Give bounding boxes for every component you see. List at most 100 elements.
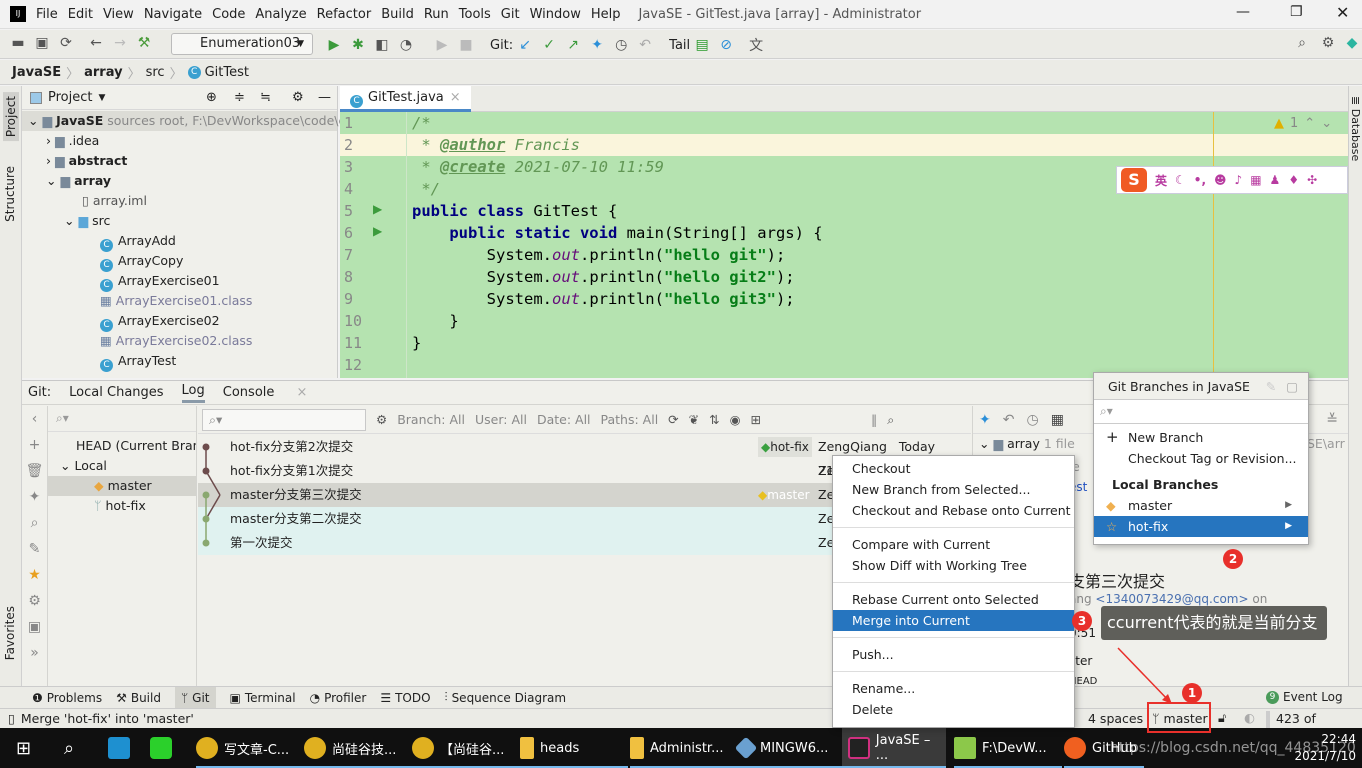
git-update-icon[interactable]: ↙	[515, 37, 535, 53]
tool-git[interactable]: ᛘ Git	[174, 686, 216, 709]
forward-icon[interactable]: →	[110, 35, 130, 51]
collapse-icon[interactable]: ‹	[22, 406, 47, 432]
restore-button[interactable]: ❐	[1290, 4, 1303, 20]
favorites-stripe-button[interactable]: Favorites	[3, 606, 17, 660]
pause-icon[interactable]: ‖	[871, 412, 877, 427]
tree-item-array[interactable]: ⌄ ▆ array	[22, 171, 337, 191]
taskbar-item[interactable]: heads	[520, 728, 628, 768]
locate-icon[interactable]: ⊕	[206, 90, 217, 105]
favorite-star-icon[interactable]: ★	[22, 562, 47, 588]
open-icon[interactable]: ▬	[8, 35, 28, 51]
menu-item-push[interactable]: Push...	[833, 644, 1074, 665]
taskbar-item[interactable]: 尚硅谷技...	[304, 728, 412, 768]
history-icon[interactable]: ◷	[1026, 412, 1038, 428]
branch-item-master[interactable]: ◆ master ▶	[1094, 495, 1308, 516]
tree-item-arrayadd[interactable]: C ArrayAdd	[22, 231, 337, 252]
grid-icon[interactable]: ✣	[1307, 173, 1317, 187]
clock[interactable]: 22:44 2021/7/10	[1294, 731, 1356, 765]
minimize-button[interactable]: —	[1236, 4, 1250, 20]
menu-help[interactable]: Help	[591, 7, 621, 22]
git-merge-icon[interactable]: ✦	[587, 37, 607, 53]
save-icon[interactable]: ▣	[32, 35, 52, 51]
menu-file[interactable]: File	[36, 7, 58, 22]
tool-todo[interactable]: ☰ TODO	[380, 691, 430, 705]
settings-icon[interactable]: ⚙	[22, 588, 47, 614]
git-commit-icon[interactable]: ✓	[539, 37, 559, 53]
app-icon[interactable]	[108, 728, 130, 768]
sync-icon[interactable]: ⟳	[56, 35, 76, 51]
breadcrumb-src[interactable]: src	[146, 65, 165, 80]
paths-filter[interactable]: Paths: All	[601, 412, 659, 427]
search-icon[interactable]: ⌕	[64, 728, 74, 768]
eye-icon[interactable]: ◉	[730, 412, 741, 427]
taskbar-item-active[interactable]: JavaSE – ...	[842, 728, 946, 768]
close-button[interactable]: ✕	[1336, 3, 1349, 22]
edit-icon[interactable]: ✎	[1266, 379, 1276, 394]
tree-item-src[interactable]: ⌄ ▆ src	[22, 211, 337, 231]
menu-build[interactable]: Build	[381, 7, 414, 22]
tree-item-arrayexercise02[interactable]: C ArrayExercise02	[22, 311, 337, 332]
maximize-icon[interactable]: ▢	[1286, 379, 1298, 394]
add-icon[interactable]: +	[22, 432, 47, 458]
tree-item-abstract[interactable]: › ▆ abstract	[22, 151, 337, 171]
sort-icon[interactable]: ⇅	[709, 412, 719, 427]
refresh-icon[interactable]: ⟳	[668, 412, 678, 427]
layout-icon[interactable]: ▣	[22, 614, 47, 640]
delete-icon[interactable]: 🗑	[22, 458, 47, 484]
history-icon[interactable]: ◷	[611, 37, 631, 53]
cherry-pick-icon[interactable]: ❦	[689, 412, 699, 427]
edit-icon[interactable]: ✎	[22, 536, 47, 562]
event-log-button[interactable]: 9 Event Log	[1266, 690, 1343, 704]
branch-search-input[interactable]: ⌕▾	[1094, 400, 1308, 424]
new-branch-item[interactable]: + New Branch	[1094, 427, 1308, 448]
menu-tools[interactable]: Tools	[459, 7, 491, 22]
disable-icon[interactable]: ⊘	[716, 37, 736, 53]
menu-item-rename[interactable]: Rename...	[833, 678, 1074, 699]
checkout-tag-item[interactable]: Checkout Tag or Revision...	[1094, 448, 1308, 469]
branch-hot-fix[interactable]: ᛘ hot-fix	[48, 496, 196, 516]
tab-local-changes[interactable]: Local Changes	[69, 385, 163, 400]
project-view-selector[interactable]: Project	[48, 90, 92, 105]
taskbar-item[interactable]: 写文章-C...	[196, 728, 304, 768]
breadcrumb-gittest[interactable]: GitTest	[205, 65, 249, 80]
branch-item-hot-fix[interactable]: ☆ hot-fix ▶	[1094, 516, 1308, 537]
user-filter[interactable]: User: All	[475, 412, 527, 427]
tree-item-arraycopy[interactable]: C ArrayCopy	[22, 251, 337, 272]
menu-item-show-diff[interactable]: Show Diff with Working Tree	[833, 555, 1074, 576]
tool-build[interactable]: ⚒ Build	[116, 691, 161, 705]
menu-refactor[interactable]: Refactor	[317, 7, 372, 22]
breadcrumb-javase[interactable]: JavaSE	[12, 65, 61, 80]
tail-button[interactable]: Tail	[669, 38, 690, 53]
tab-console[interactable]: Console ×	[223, 385, 326, 400]
coverage-icon[interactable]: ◧	[372, 37, 392, 53]
menu-edit[interactable]: Edit	[68, 7, 93, 22]
merge-icon[interactable]: ✦	[979, 412, 991, 428]
tree-item-arrayexercise02-class[interactable]: ▦ ArrayExercise02.class	[22, 331, 337, 351]
menu-navigate[interactable]: Navigate	[144, 7, 202, 22]
start-button[interactable]: ⊞	[16, 728, 31, 768]
collapse-icon[interactable]: ≚	[1326, 412, 1338, 428]
run-gutter-icon[interactable]: ▶	[373, 202, 382, 216]
lock-icon[interactable]: 🔓︎	[1218, 710, 1226, 726]
run-icon[interactable]: ▶	[324, 37, 344, 53]
inspection-widget[interactable]: ▲ 1 ⌃ ⌄	[1274, 116, 1332, 131]
date-filter[interactable]: Date: All	[537, 412, 591, 427]
profile-icon[interactable]: ◔	[396, 37, 416, 53]
menu-item-rebase-current[interactable]: Rebase Current onto Selected	[833, 589, 1074, 610]
menu-item-checkout-and-rebase[interactable]: Checkout and Rebase onto Current	[833, 500, 1074, 521]
mic-icon[interactable]: ♪	[1235, 173, 1243, 187]
rollback-icon[interactable]: ↶	[635, 37, 655, 53]
tree-item-idea[interactable]: › ▆ .idea	[22, 131, 337, 151]
taskbar-item[interactable]: F:\DevW...	[954, 728, 1062, 768]
branch-group-local[interactable]: ⌄ Local	[48, 456, 196, 476]
tree-item-arrayexercise01-class[interactable]: ▦ ArrayExercise01.class	[22, 291, 337, 311]
menu-run[interactable]: Run	[424, 7, 449, 22]
search-icon[interactable]: ⌕	[1292, 35, 1312, 51]
skin-icon[interactable]: ♦	[1288, 173, 1299, 187]
menu-view[interactable]: View	[103, 7, 134, 22]
database-stripe-button[interactable]: ≣ Database	[1349, 96, 1362, 161]
gear-icon[interactable]: ⚙	[292, 90, 304, 105]
app-icon[interactable]	[150, 728, 172, 768]
branch-head[interactable]: HEAD (Current Branch)	[48, 436, 196, 456]
menu-item-compare-with-current[interactable]: Compare with Current	[833, 534, 1074, 555]
